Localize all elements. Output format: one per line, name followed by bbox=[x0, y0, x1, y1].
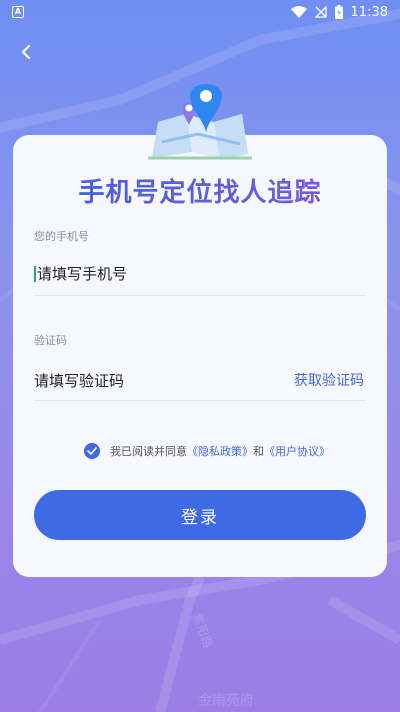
phone-label: 您的手机号 bbox=[34, 230, 89, 243]
chevron-left-icon bbox=[21, 44, 31, 60]
status-bar: A 11:38 bbox=[0, 0, 400, 24]
phone-placeholder: 请填写手机号 bbox=[37, 265, 128, 283]
checkmark-icon bbox=[87, 447, 97, 455]
user-agreement-link[interactable]: 《用户协议》 bbox=[264, 443, 330, 459]
notification-icon: A bbox=[12, 6, 24, 18]
agreement-checkbox[interactable] bbox=[84, 443, 100, 459]
status-time: 11:38 bbox=[350, 4, 388, 20]
agreement-and: 和 bbox=[253, 445, 264, 458]
phone-divider bbox=[34, 295, 366, 296]
wifi-icon bbox=[290, 6, 307, 18]
location-map-icon bbox=[148, 84, 252, 160]
code-divider bbox=[34, 400, 366, 401]
phone-input[interactable]: 请填写手机号 bbox=[34, 263, 127, 284]
map-label-district: 金南苑府 bbox=[198, 693, 254, 709]
page-title: 手机号定位找人追踪 bbox=[0, 172, 400, 209]
login-button[interactable]: 登录 bbox=[34, 490, 366, 540]
code-input[interactable]: 请填写验证码 bbox=[34, 370, 124, 391]
get-code-button[interactable]: 获取验证码 bbox=[294, 370, 364, 390]
agreement-text: 我已阅读并同意 bbox=[110, 445, 187, 458]
code-label: 验证码 bbox=[34, 334, 67, 347]
signal-off-icon bbox=[314, 6, 327, 18]
agreement-row: 我已阅读并同意 《隐私政策》 和 《用户协议》 bbox=[84, 443, 330, 459]
text-cursor bbox=[34, 266, 36, 282]
battery-icon bbox=[334, 5, 343, 19]
privacy-policy-link[interactable]: 《隐私政策》 bbox=[187, 443, 253, 459]
code-placeholder: 请填写验证码 bbox=[34, 372, 125, 390]
back-button[interactable] bbox=[14, 40, 38, 64]
